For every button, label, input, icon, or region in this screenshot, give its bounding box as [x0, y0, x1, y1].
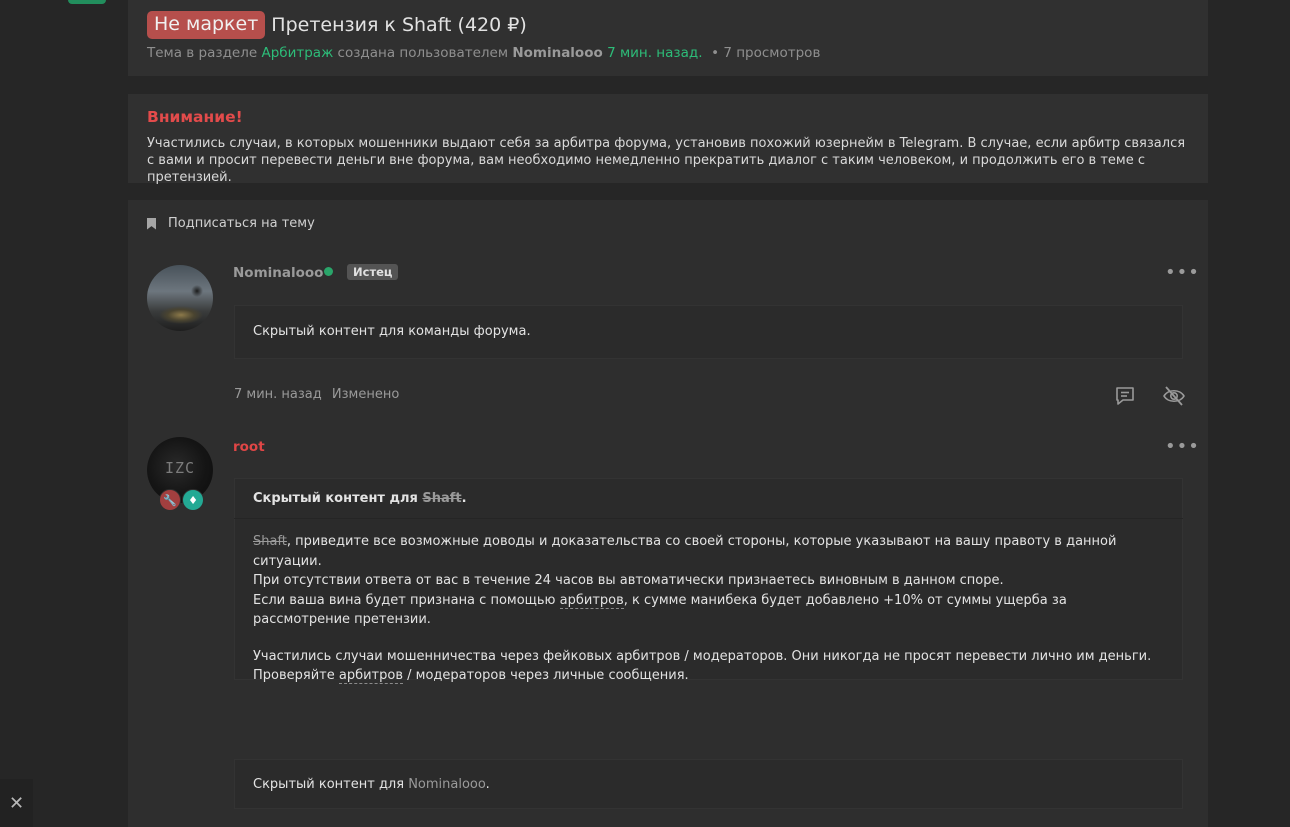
arbiters-link[interactable]: арбитров: [338, 668, 403, 684]
hidden-content-box: Скрытый контент для команды форума.: [234, 305, 1183, 359]
thread-meta: Тема в разделе Арбитраж создана пользова…: [147, 45, 820, 61]
post-time[interactable]: 7 мин. назад: [234, 387, 322, 402]
meta-section-link[interactable]: Арбитраж: [261, 45, 333, 61]
post-more-menu-icon[interactable]: •••: [1165, 264, 1200, 282]
hide-eye-slash-icon[interactable]: [1162, 385, 1186, 407]
subscribe-button[interactable]: Подписаться на тему: [147, 216, 315, 231]
post-username[interactable]: root: [233, 439, 265, 455]
body-line: Shaft, приведите все возможные доводы и …: [253, 532, 1153, 571]
arbiters-link[interactable]: арбитров: [559, 592, 624, 609]
body-text: , приведите все возможные доводы и доказ…: [253, 534, 1117, 569]
meta-views: • 7 просмотров: [711, 45, 821, 61]
hidden-content-text: Скрытый контент для команды форума.: [253, 324, 531, 339]
wrench-icon: 🔧: [159, 489, 181, 511]
body-line: Проверяйте арбитров / модераторов через …: [253, 666, 1153, 686]
thread-title-row: Не маркет Претензия к Shaft (420 ₽): [147, 11, 527, 39]
hidden-suffix: .: [485, 777, 490, 792]
topbar-button[interactable]: [68, 0, 106, 4]
post-more-menu-icon[interactable]: •••: [1165, 438, 1200, 456]
hidden-content-divider: [234, 518, 1183, 519]
hidden-header-suffix: .: [461, 491, 467, 506]
reply-comment-icon[interactable]: [1114, 385, 1136, 407]
meta-created-by-text: создана пользователем: [337, 45, 509, 61]
post-footer: 7 мин. назад Изменено: [234, 387, 405, 402]
avatar[interactable]: [147, 265, 213, 331]
hidden-header-prefix: Скрытый контент для: [253, 491, 418, 506]
body-text: Проверяйте: [253, 668, 339, 683]
body-line: Участились случаи мошенничества через фе…: [253, 648, 1152, 664]
post-edited[interactable]: Изменено: [332, 387, 399, 402]
hidden-user[interactable]: Nominalooo: [408, 777, 485, 792]
subscribe-label: Подписаться на тему: [168, 216, 315, 231]
hidden-content-box: Скрытый контент для Nominalooo.: [234, 759, 1183, 809]
mentioned-user[interactable]: Shaft: [253, 534, 287, 549]
hidden-content-box: Скрытый контент для Shaft. Shaft, привед…: [234, 478, 1183, 684]
thread-body: Подписаться на тему Nominalooo Истец •••…: [128, 200, 1208, 827]
body-text: Если ваша вина будет признана с помощью: [253, 592, 560, 608]
page: Не маркет Претензия к Shaft (420 ₽) Тема…: [0, 0, 1290, 827]
diamond-icon: ♦: [182, 489, 204, 511]
warning-title: Внимание!: [147, 108, 243, 126]
thread-prefix-badge[interactable]: Не маркет: [147, 11, 266, 39]
thread-header: Не маркет Претензия к Shaft (420 ₽) Тема…: [128, 0, 1208, 76]
hidden-content-body: Shaft, приведите все возможные доводы и …: [253, 532, 1153, 686]
body-line: Если ваша вина будет признана с помощью …: [253, 591, 1153, 630]
hidden-header-user[interactable]: Shaft: [422, 491, 461, 506]
warning-notice: Внимание! Участились случаи, в которых м…: [128, 94, 1208, 185]
body-text: / модераторов через личные сообщения.: [403, 668, 689, 683]
thread-title: Претензия к Shaft (420 ₽): [271, 14, 527, 36]
post-username[interactable]: Nominalooo: [233, 265, 323, 281]
user-role-badge: Истец: [347, 264, 399, 280]
user-role-icons: 🔧 ♦: [159, 489, 205, 511]
meta-author-link[interactable]: Nominalooo: [512, 45, 602, 61]
hidden-content-header: Скрытый контент для Shaft.: [253, 491, 467, 506]
close-icon[interactable]: ✕: [0, 779, 33, 827]
hidden-prefix: Скрытый контент для: [253, 777, 405, 792]
meta-prefix-text: Тема в разделе: [147, 45, 258, 61]
bookmark-icon: [147, 217, 156, 230]
meta-time[interactable]: 7 мин. назад.: [607, 45, 702, 61]
hidden-content-text: Скрытый контент для Nominalooo.: [253, 777, 490, 792]
body-line: При отсутствии ответа от вас в течение 2…: [253, 573, 1004, 588]
avatar-logo: IZC: [165, 459, 196, 477]
warning-text: Участились случаи, в которых мошенники в…: [147, 136, 1186, 185]
online-indicator: [324, 267, 333, 276]
